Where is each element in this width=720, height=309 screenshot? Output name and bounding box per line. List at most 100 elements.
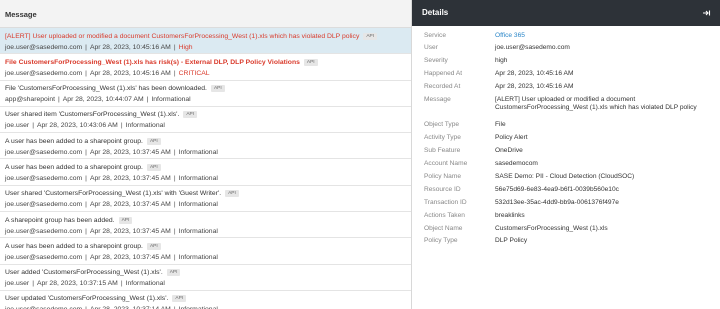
separator: |	[32, 122, 34, 130]
message-row[interactable]: [ALERT] User uploaded or modified a docu…	[0, 28, 411, 55]
message-date: Apr 28, 2023, 10:37:45 AM	[89, 227, 171, 235]
message-user: joe.user@sasedemo.com	[5, 69, 83, 77]
api-badge: API	[172, 295, 187, 303]
detail-row: Happened At Apr 28, 2023, 10:45:16 AM	[424, 69, 714, 82]
detail-value: breaklinks	[495, 212, 714, 223]
message-severity: Informational	[125, 280, 165, 288]
detail-value: joe.user@sasedemo.com	[495, 44, 714, 55]
detail-value: Policy Alert	[495, 134, 714, 145]
message-row[interactable]: File 'CustomersForProcessing_West (1).xl…	[0, 81, 411, 107]
message-date: Apr 28, 2023, 10:44:07 AM	[62, 96, 144, 104]
detail-row: Severity high	[424, 56, 714, 69]
message-user: joe.user@sasedemo.com	[5, 174, 83, 182]
message-meta: joe.user@sasedemo.com|Apr 28, 2023, 10:3…	[5, 174, 411, 184]
message-text: [ALERT] User uploaded or modified a docu…	[5, 32, 360, 40]
separator: |	[85, 253, 87, 261]
message-row[interactable]: A user has been added to a sharepoint gr…	[0, 238, 411, 265]
message-text: File CustomersForProcessing_West (1).xls…	[5, 58, 300, 66]
message-line: User shared item 'CustomersForProcessing…	[5, 110, 411, 120]
api-badge: API	[146, 163, 161, 171]
api-badge: API	[166, 269, 181, 277]
detail-row: Message [ALERT] User uploaded or modified…	[424, 94, 714, 120]
detail-row: Object Name CustomersForProcessing_West (…	[424, 223, 714, 236]
message-line: User updated 'CustomersForProcessing_Wes…	[5, 294, 411, 304]
message-meta: joe.user@sasedemo.com | Apr 28, 2023, 10:4…	[5, 69, 411, 79]
detail-label: Service	[424, 31, 446, 39]
message-meta: app@sharepoint | Apr 28, 2023, 10:44:07 AM…	[5, 95, 411, 105]
detail-row: Account Name sasedemocom	[424, 159, 714, 172]
message-meta: joe.user@sasedemo.com|Apr 28, 2023, 10:3…	[5, 305, 411, 309]
message-severity: Informational	[178, 253, 218, 261]
message-date: Apr 28, 2023, 10:45:16 AM	[89, 69, 171, 77]
detail-value-text: CustomersForProcessing_West (1).xls whic…	[495, 104, 697, 112]
detail-label: Actions Taken	[424, 211, 465, 219]
detail-row: Policy Name SASE Demo: PII - Cloud Detect…	[424, 172, 714, 185]
detail-value: Apr 28, 2023, 10:45:16 AM	[495, 70, 714, 81]
service-link[interactable]: Office 365	[495, 32, 714, 43]
message-date: Apr 28, 2023, 10:37:15 AM	[36, 280, 118, 288]
detail-label: Object Name	[424, 224, 463, 232]
detail-value-text: SASE Demo: PII - Cloud Detection (CloudS…	[495, 173, 635, 181]
detail-row: Service Office 365	[424, 30, 714, 43]
message-line: A sharepoint group has been added. API	[5, 216, 411, 226]
message-text: File 'CustomersForProcessing_West (1).xl…	[5, 85, 207, 93]
message-line: A user has been added to a sharepoint gr…	[5, 137, 411, 147]
separator: |	[146, 96, 149, 104]
message-row[interactable]: User added 'CustomersForProcessing_West …	[0, 265, 411, 291]
detail-label: Policy Type	[424, 237, 458, 245]
detail-value: File	[495, 121, 714, 132]
message-text: A user has been added to a sharepoint gr…	[5, 163, 143, 171]
message-row[interactable]: A user has been added to a sharepoint gr…	[0, 159, 411, 186]
api-badge: API	[146, 137, 161, 145]
detail-value: [ALERT] User uploaded or modified a docu…	[495, 96, 714, 120]
detail-value: Apr 28, 2023, 10:45:16 AM	[495, 83, 714, 94]
message-text: A user has been added to a sharepoint gr…	[5, 242, 143, 250]
separator: |	[173, 174, 176, 182]
detail-value-text: sasedemocom	[495, 160, 538, 168]
message-date: Apr 28, 2023, 10:37:45 AM	[89, 148, 171, 156]
detail-label: Object Type	[424, 121, 460, 129]
message-severity: Informational	[151, 96, 191, 104]
detail-label: Transaction ID	[424, 198, 467, 206]
detail-row: Object Type File	[424, 120, 714, 133]
message-line: File CustomersForProcessing_West (1).xls…	[5, 58, 411, 68]
detail-value-text: 56e75d69-6e83-4ea9-b6f1-0039b560e10c	[495, 185, 619, 193]
message-line: User added 'CustomersForProcessing_West …	[5, 268, 411, 278]
message-row[interactable]: User shared 'CustomersForProcessing_West…	[0, 186, 411, 213]
collapse-right-icon[interactable]	[701, 8, 711, 18]
message-row[interactable]: A user has been added to a sharepoint gr…	[0, 133, 411, 160]
detail-value: high	[495, 57, 714, 68]
detail-value-text: Apr 28, 2023, 10:45:16 AM	[495, 83, 574, 91]
message-column-header[interactable]: Message	[0, 0, 411, 28]
details-panel: Details Service Office 365 User joe.user@sa…	[412, 0, 720, 309]
api-badge: API	[303, 58, 318, 66]
detail-value: SASE Demo: PII - Cloud Detection (CloudS…	[495, 173, 714, 184]
message-line: A user has been added to a sharepoint gr…	[5, 163, 411, 173]
detail-label: Resource ID	[424, 185, 461, 193]
detail-label: Policy Name	[424, 173, 462, 181]
message-row[interactable]: User shared item 'CustomersForProcessing…	[0, 107, 411, 134]
message-row[interactable]: A sharepoint group has been added. API joe…	[0, 212, 411, 239]
message-list: [ALERT] User uploaded or modified a docu…	[0, 28, 411, 309]
message-meta: joe.user@sasedemo.com|Apr 28, 2023, 10:3…	[5, 200, 411, 210]
message-severity: Informational	[178, 148, 218, 156]
separator: |	[85, 201, 87, 209]
detail-value-text: Office 365	[495, 31, 525, 39]
message-row[interactable]: File CustomersForProcessing_West (1).xls…	[0, 54, 411, 81]
message-user: joe.user@sasedemo.com	[5, 148, 83, 156]
details-table: Service Office 365 User joe.user@sasedemo.c…	[424, 30, 714, 249]
detail-value: 56e75d69-6e83-4ea9-b6f1-0039b560e10c	[495, 186, 714, 197]
separator: |	[173, 43, 176, 51]
separator: |	[85, 174, 87, 182]
message-line: File 'CustomersForProcessing_West (1).xl…	[5, 84, 411, 94]
message-list-panel: Message [ALERT] User uploaded or modifie…	[0, 0, 412, 309]
detail-value: CustomersForProcessing_West (1).xls	[495, 225, 714, 236]
message-line: User shared 'CustomersForProcessing_West…	[5, 189, 411, 199]
message-row[interactable]: User updated 'CustomersForProcessing_Wes…	[0, 291, 411, 309]
message-date: Apr 28, 2023, 10:37:45 AM	[89, 201, 171, 209]
detail-row: User joe.user@sasedemo.com	[424, 43, 714, 56]
message-line: [ALERT] User uploaded or modified a docu…	[5, 32, 411, 42]
message-user: joe.user@sasedemo.com	[5, 253, 83, 261]
separator: |	[57, 96, 60, 104]
detail-label: Activity Type	[424, 134, 461, 142]
